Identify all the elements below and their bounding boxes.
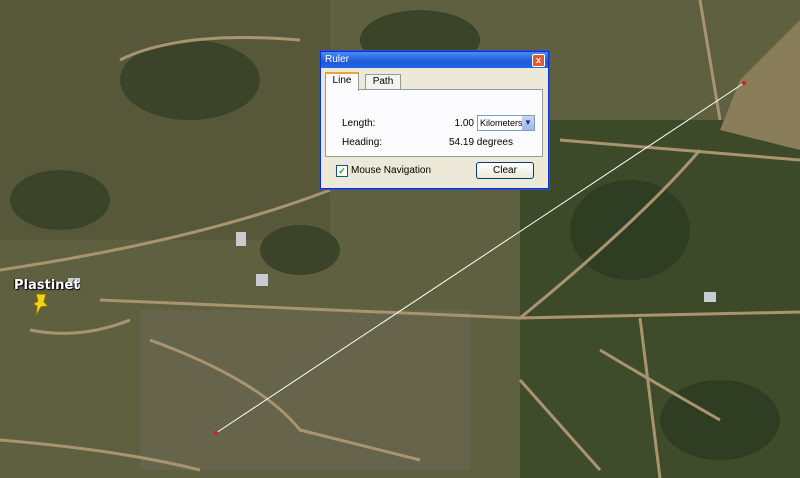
close-icon[interactable]: x bbox=[532, 54, 545, 67]
units-dropdown[interactable]: Kilometers ▼ bbox=[477, 115, 535, 131]
dialog-titlebar[interactable]: Ruler x bbox=[321, 52, 548, 68]
dialog-title: Ruler bbox=[325, 54, 349, 65]
line-panel: Length: 1.00 Kilometers ▼ Heading: 54.19… bbox=[325, 89, 543, 157]
length-label: Length: bbox=[342, 118, 376, 129]
heading-value: 54.19 degrees bbox=[449, 137, 513, 148]
ruler-end-point[interactable] bbox=[742, 81, 746, 85]
length-value: 1.00 bbox=[454, 118, 474, 129]
mouse-navigation-label[interactable]: Mouse Navigation bbox=[351, 165, 431, 176]
tab-line[interactable]: Line bbox=[325, 72, 359, 91]
mouse-navigation-checkbox[interactable]: ✓ bbox=[336, 165, 348, 177]
ruler-dialog: Ruler x Line Path Length: 1.00 Kilometer… bbox=[320, 51, 549, 189]
tab-path[interactable]: Path bbox=[365, 74, 401, 89]
pushpin-icon[interactable] bbox=[30, 292, 52, 316]
clear-button[interactable]: Clear bbox=[476, 162, 534, 179]
ruler-start-point[interactable] bbox=[214, 431, 218, 435]
chevron-down-icon[interactable]: ▼ bbox=[522, 116, 534, 130]
placemark-label[interactable]: Plastinet bbox=[14, 278, 79, 293]
heading-label: Heading: bbox=[342, 137, 383, 148]
units-selected: Kilometers bbox=[480, 118, 523, 128]
